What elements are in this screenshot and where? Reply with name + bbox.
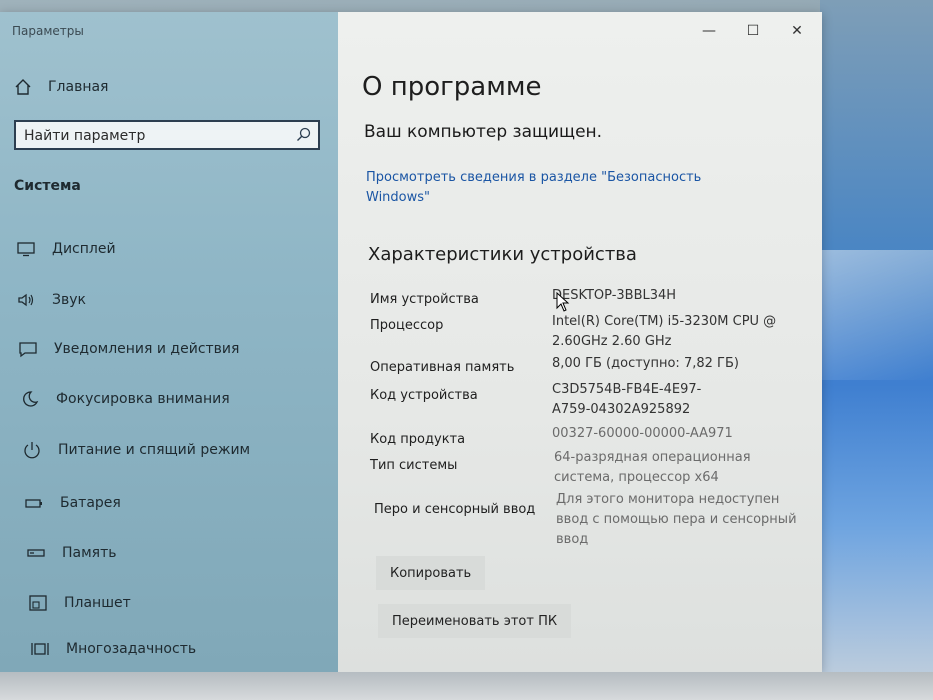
spec-label-product-id: Код продукта <box>370 432 466 447</box>
sidebar-item-label: Дисплей <box>52 241 116 257</box>
spec-label-device-name: Имя устройства <box>370 292 479 307</box>
power-icon <box>22 441 42 459</box>
security-link[interactable]: Просмотреть сведения в разделе "Безопасн… <box>366 168 706 208</box>
search-input[interactable] <box>22 126 296 146</box>
sidebar-item-label: Звук <box>52 292 86 308</box>
multitasking-icon <box>30 640 50 658</box>
sidebar-home[interactable]: Главная <box>14 78 108 96</box>
spec-label-ram: Оперативная память <box>370 360 515 375</box>
sidebar-item-storage[interactable]: Память <box>26 544 117 562</box>
sidebar-item-label: Уведомления и действия <box>54 341 240 357</box>
home-icon <box>14 78 34 96</box>
spec-label-system-type: Тип системы <box>370 458 458 473</box>
spec-value-pen-touch: Для этого монитора недоступен ввод с пом… <box>556 492 797 547</box>
minimize-button[interactable]: — <box>696 20 722 42</box>
sidebar-item-notifications[interactable]: Уведомления и действия <box>18 340 239 358</box>
search-icon[interactable] <box>296 127 312 143</box>
sidebar-item-multitasking[interactable]: Многозадачность <box>30 640 196 658</box>
spec-value-product-id: 00327-60000-00000-AA971 <box>552 426 733 441</box>
sidebar-item-display[interactable]: Дисплей <box>16 240 116 258</box>
spec-value-ram: 8,00 ГБ (доступно: 7,82 ГБ) <box>552 356 739 371</box>
sidebar-item-label: Многозадачность <box>66 641 197 657</box>
desktop-wallpaper <box>820 0 933 700</box>
specs-title: Характеристики устройства <box>368 244 637 265</box>
sidebar-item-battery[interactable]: Батарея <box>24 494 121 512</box>
sidebar-item-label: Питание и спящий режим <box>58 442 251 458</box>
page-title: О программе <box>362 72 542 102</box>
moon-icon <box>20 390 40 408</box>
monitor-bezel <box>0 672 933 700</box>
main-content: — ☐ ✕ О программе Ваш компьютер защищен.… <box>338 12 822 672</box>
close-button[interactable]: ✕ <box>784 20 810 42</box>
sidebar: Параметры Главная Система Дисплей Звук <box>0 12 338 672</box>
display-icon <box>16 240 36 258</box>
sidebar-item-tablet[interactable]: Планшет <box>28 594 131 612</box>
storage-icon <box>26 544 46 562</box>
sidebar-home-label: Главная <box>48 79 109 95</box>
sidebar-item-label: Планшет <box>64 595 131 611</box>
search-box[interactable] <box>14 120 320 150</box>
rename-pc-button[interactable]: Переименовать этот ПК <box>378 604 572 638</box>
copy-button[interactable]: Копировать <box>376 556 486 590</box>
spec-label-device-id: Код устройства <box>370 388 478 403</box>
section-title: Система <box>14 178 81 194</box>
settings-window: Параметры Главная Система Дисплей Звук <box>0 12 822 672</box>
spec-label-pen-touch: Перо и сенсорный ввод <box>374 502 536 517</box>
sidebar-item-power[interactable]: Питание и спящий режим <box>22 441 250 459</box>
spec-value-processor: Intel(R) Core(TM) i5-3230M CPU @ 2.60GHz… <box>552 314 777 349</box>
sidebar-item-sound[interactable]: Звук <box>16 291 86 309</box>
tablet-icon <box>28 594 48 612</box>
sidebar-item-focus[interactable]: Фокусировка внимания <box>20 390 230 408</box>
sidebar-item-label: Батарея <box>60 495 121 511</box>
speaker-icon <box>16 291 36 309</box>
sidebar-item-label: Фокусировка внимания <box>56 391 230 407</box>
mouse-cursor-icon <box>556 292 570 312</box>
spec-value-device-name: DESKTOP-3BBL34H <box>552 288 677 303</box>
spec-label-processor: Процессор <box>370 318 444 333</box>
protection-status: Ваш компьютер защищен. <box>364 122 603 142</box>
notification-icon <box>18 340 38 358</box>
sidebar-item-label: Память <box>62 545 117 561</box>
app-title: Параметры <box>12 24 84 38</box>
spec-value-system-type: 64-разрядная операционная система, проце… <box>554 450 751 485</box>
maximize-button[interactable]: ☐ <box>740 20 766 42</box>
battery-icon <box>24 494 44 512</box>
spec-value-device-id: C3D5754B-FB4E-4E97-A759-04302A925892 <box>552 382 702 417</box>
